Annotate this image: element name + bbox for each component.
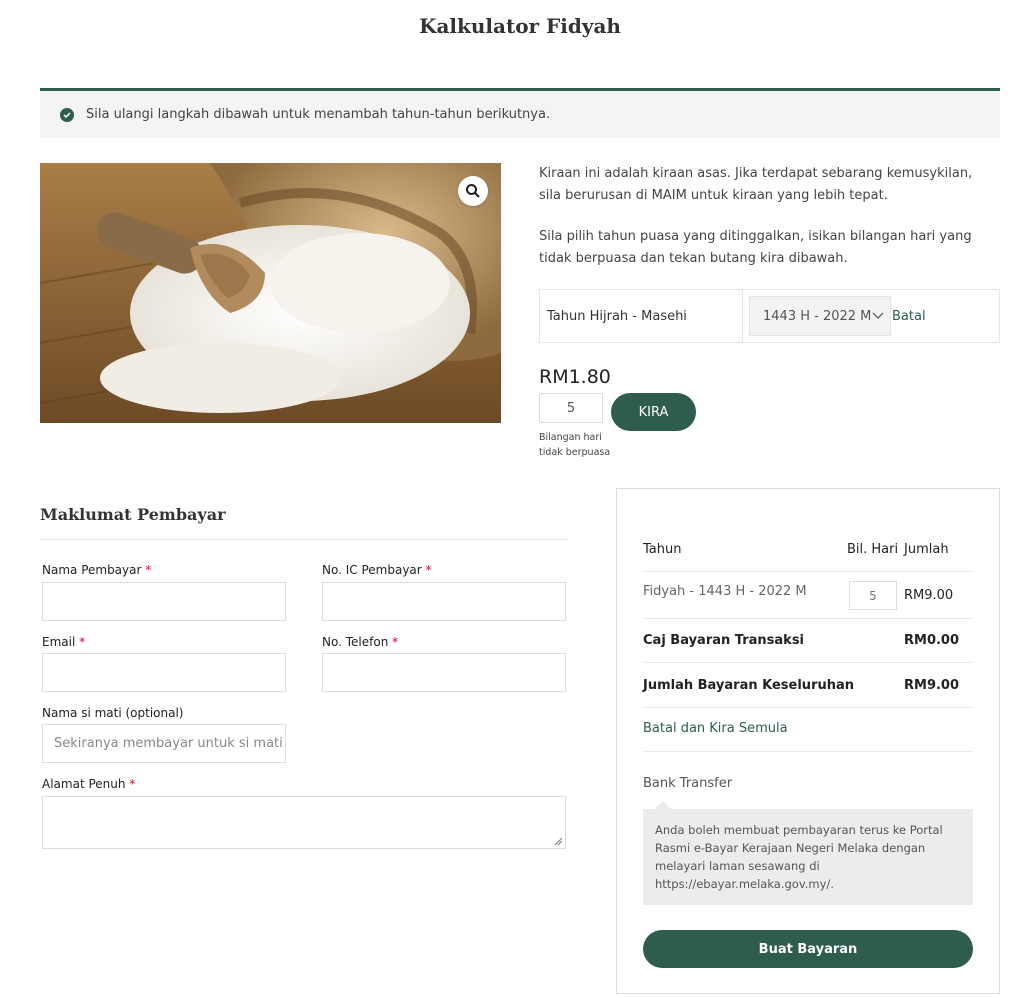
- item-amount: RM9.00: [904, 588, 954, 603]
- year-selector-label: Tahun Hijrah - Masehi: [540, 290, 743, 342]
- fee-label: Caj Bayaran Transaksi: [643, 633, 805, 648]
- zoom-button[interactable]: [458, 176, 488, 206]
- days-hint: Bilangan hari tidak berpuasa: [539, 432, 611, 458]
- fee-amount: RM0.00: [904, 633, 960, 648]
- unit-price: RM1.80: [539, 366, 611, 388]
- payment-note-pointer: [655, 801, 671, 809]
- description-paragraph-1: Kiraan ini adalah kiraan asas. Jika terd…: [539, 166, 973, 203]
- order-summary-panel: [616, 488, 1000, 994]
- year-select-value: 1443 H - 2022 M: [763, 308, 872, 324]
- magnifier-icon: [466, 184, 480, 198]
- pay-button[interactable]: Buat Bayaran: [643, 930, 973, 968]
- deceased-field[interactable]: Sekiranya membayar untuk si mati: [42, 724, 286, 763]
- kira-button[interactable]: KIRA: [611, 393, 696, 431]
- col-days-header: Bil. Hari: [847, 542, 899, 557]
- phone-field[interactable]: [322, 653, 566, 692]
- item-label: Fidyah - 1443 H - 2022 M: [643, 584, 807, 599]
- row-divider: [643, 751, 973, 752]
- row-divider: [643, 662, 973, 663]
- check-circle-icon: [60, 107, 74, 122]
- year-selector-row: Tahun Hijrah - Masehi 1443 H - 2022 M Ba…: [539, 289, 1000, 343]
- total-amount: RM9.00: [904, 678, 960, 693]
- row-divider: [643, 707, 973, 708]
- section-divider: [40, 539, 568, 540]
- row-divider: [643, 571, 973, 572]
- year-select[interactable]: 1443 H - 2022 M: [749, 296, 891, 336]
- row-divider: [643, 618, 973, 619]
- col-year-header: Tahun: [643, 542, 682, 557]
- name-field[interactable]: [42, 582, 286, 621]
- payment-method-label[interactable]: Bank Transfer: [643, 776, 732, 791]
- item-days-input[interactable]: 5: [849, 581, 897, 610]
- product-image-rice: [40, 163, 501, 423]
- name-label: Nama Pembayar *: [42, 563, 152, 577]
- page-title: Kalkulator Fidyah: [419, 14, 621, 38]
- address-label: Alamat Penuh *: [42, 777, 136, 791]
- description-paragraph-2: Sila pilih tahun puasa yang ditinggalkan…: [539, 229, 972, 266]
- resize-handle-icon[interactable]: [554, 837, 563, 846]
- phone-label: No. Telefon *: [322, 635, 399, 649]
- email-field[interactable]: [42, 653, 286, 692]
- total-label: Jumlah Bayaran Keseluruhan: [643, 678, 855, 693]
- chevron-down-icon: [872, 312, 884, 319]
- email-label: Email *: [42, 635, 86, 649]
- ic-label: No. IC Pembayar *: [322, 563, 432, 577]
- reset-calculation-link[interactable]: Batal dan Kira Semula: [643, 721, 788, 736]
- payment-note: Anda boleh membuat pembayaran terus ke P…: [643, 809, 973, 905]
- payer-section-title: Maklumat Pembayar: [40, 505, 226, 524]
- notice-text: Sila ulangi langkah dibawah untuk menamb…: [86, 107, 551, 122]
- address-textarea[interactable]: [42, 796, 566, 849]
- days-input[interactable]: 5: [539, 393, 603, 423]
- ic-field[interactable]: [322, 582, 566, 621]
- col-amount-header: Jumlah: [904, 542, 949, 557]
- deceased-label: Nama si mati (optional): [42, 706, 184, 720]
- notice-banner: Sila ulangi langkah dibawah untuk menamb…: [40, 88, 1000, 138]
- batal-link[interactable]: Batal: [892, 309, 926, 324]
